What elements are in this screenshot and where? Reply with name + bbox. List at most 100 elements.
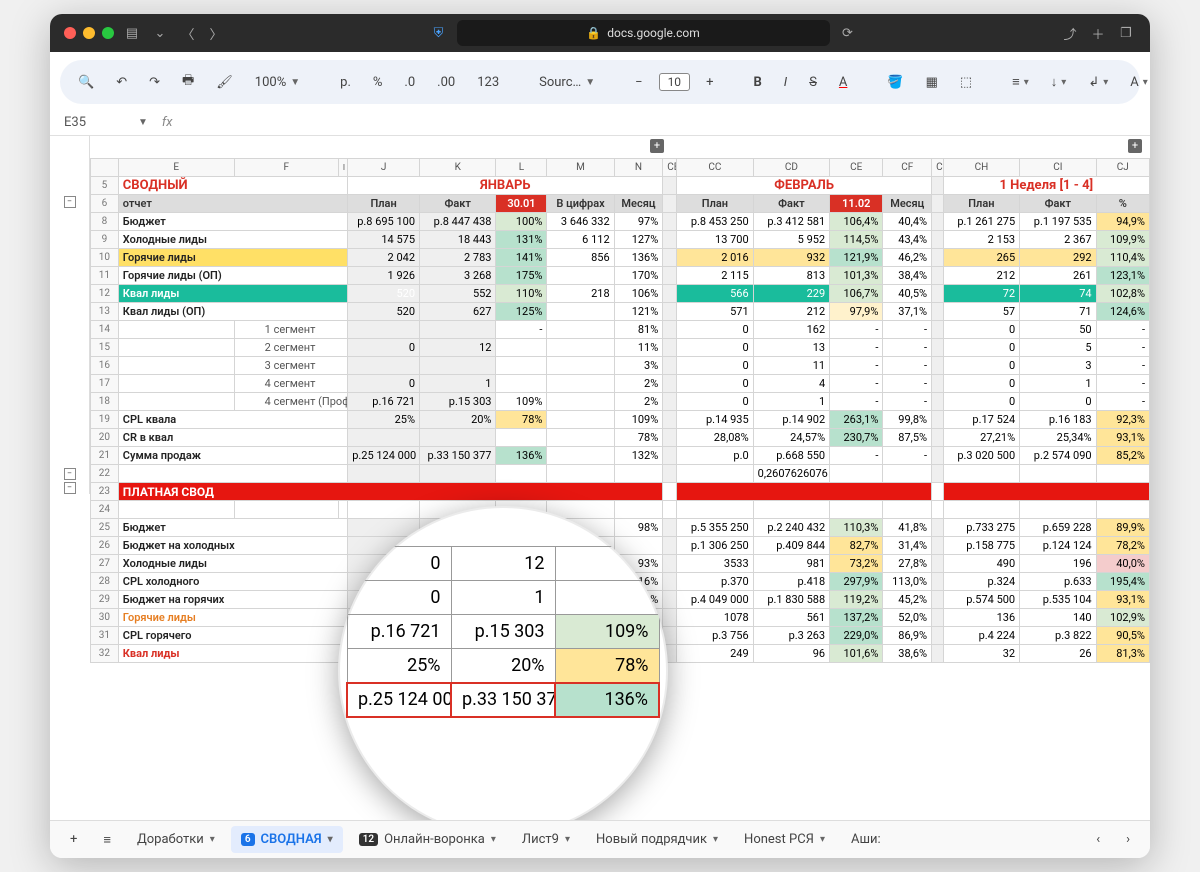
- cell[interactable]: [614, 465, 663, 483]
- cell[interactable]: [932, 267, 944, 285]
- cell[interactable]: р.3 756: [677, 627, 753, 645]
- cell[interactable]: 11%: [614, 339, 663, 357]
- col-header[interactable]: CD: [753, 159, 829, 177]
- cell[interactable]: 2 783: [420, 249, 496, 267]
- cell[interactable]: -: [830, 393, 883, 411]
- cell[interactable]: 78,2%: [1096, 537, 1149, 555]
- cell[interactable]: 127%: [614, 231, 663, 249]
- corner-cell[interactable]: [91, 159, 119, 177]
- cell[interactable]: 124,6%: [1096, 303, 1149, 321]
- cell[interactable]: 0: [677, 375, 753, 393]
- cell[interactable]: [118, 321, 234, 339]
- cell[interactable]: [547, 321, 614, 339]
- cell[interactable]: 125%: [496, 303, 547, 321]
- col-header[interactable]: CF: [883, 159, 932, 177]
- cell[interactable]: 0: [677, 357, 753, 375]
- cell[interactable]: 38,4%: [883, 267, 932, 285]
- cell[interactable]: [932, 519, 944, 537]
- cell[interactable]: 261: [1020, 267, 1096, 285]
- cell[interactable]: [932, 429, 944, 447]
- cell[interactable]: Холодные лиды: [118, 555, 347, 573]
- cell[interactable]: 106,4%: [830, 213, 883, 231]
- cell[interactable]: -: [496, 321, 547, 339]
- cell[interactable]: 87,5%: [883, 429, 932, 447]
- cell[interactable]: [663, 447, 677, 465]
- cell[interactable]: р.17 524: [943, 411, 1019, 429]
- cell[interactable]: [932, 555, 944, 573]
- cell[interactable]: 566: [677, 285, 753, 303]
- cell[interactable]: 0: [677, 339, 753, 357]
- cell[interactable]: [547, 411, 614, 429]
- row-header[interactable]: 15: [91, 339, 119, 357]
- cell[interactable]: [1096, 501, 1149, 519]
- cell[interactable]: 218: [547, 285, 614, 303]
- row-header[interactable]: 17: [91, 375, 119, 393]
- address-bar[interactable]: 🔒 docs.google.com: [457, 20, 830, 46]
- sheet-tab[interactable]: Аши:: [841, 826, 891, 853]
- cell[interactable]: 813: [753, 267, 829, 285]
- col-header[interactable]: E: [118, 159, 234, 177]
- cell[interactable]: [663, 357, 677, 375]
- cell[interactable]: План: [348, 195, 420, 213]
- add-column-icon-2[interactable]: +: [1128, 139, 1142, 153]
- row-header[interactable]: 23: [91, 483, 119, 501]
- cell[interactable]: Квал лиды (ОП): [118, 303, 347, 321]
- cell[interactable]: [663, 429, 677, 447]
- col-header[interactable]: CC: [677, 159, 753, 177]
- sheet-tab[interactable]: Honest РСЯ ▾: [734, 826, 835, 853]
- cell[interactable]: 561: [753, 609, 829, 627]
- cell[interactable]: [420, 357, 496, 375]
- cell[interactable]: [118, 501, 234, 519]
- cell[interactable]: 1 сегмент: [234, 321, 348, 339]
- cell[interactable]: 40,0%: [1096, 555, 1149, 573]
- cell[interactable]: 627: [420, 303, 496, 321]
- cell[interactable]: [663, 231, 677, 249]
- cell[interactable]: 43,4%: [883, 231, 932, 249]
- cell[interactable]: 38,6%: [883, 645, 932, 663]
- share-icon[interactable]: ⤴: [1060, 23, 1080, 43]
- cell[interactable]: р.14 935: [677, 411, 753, 429]
- cell[interactable]: 78%: [614, 429, 663, 447]
- cell[interactable]: Факт: [1020, 195, 1096, 213]
- cell[interactable]: 212: [943, 267, 1019, 285]
- cell[interactable]: [932, 573, 944, 591]
- row-header[interactable]: 29: [91, 591, 119, 609]
- cell[interactable]: 2 367: [1020, 231, 1096, 249]
- cell[interactable]: [932, 609, 944, 627]
- cell[interactable]: Холодные лиды: [118, 231, 347, 249]
- cell[interactable]: 86,9%: [883, 627, 932, 645]
- cell[interactable]: 52,0%: [883, 609, 932, 627]
- cell[interactable]: [663, 411, 677, 429]
- group-toggle-3[interactable]: −: [64, 482, 76, 494]
- cell[interactable]: 1 926: [348, 267, 420, 285]
- row-header[interactable]: 13: [91, 303, 119, 321]
- row-header[interactable]: 6: [91, 195, 119, 213]
- cell[interactable]: 31,4%: [883, 537, 932, 555]
- cell[interactable]: 101,6%: [830, 645, 883, 663]
- cell[interactable]: Квал лиды: [118, 645, 347, 663]
- cell[interactable]: [496, 339, 547, 357]
- cell[interactable]: [663, 609, 677, 627]
- cell[interactable]: 132%: [614, 447, 663, 465]
- cell[interactable]: [547, 267, 614, 285]
- cell[interactable]: 0: [943, 321, 1019, 339]
- text-wrap-button[interactable]: ↲▾: [1082, 71, 1114, 94]
- cell[interactable]: р.15 303: [420, 393, 496, 411]
- cell[interactable]: 119,2%: [830, 591, 883, 609]
- reload-icon[interactable]: ⟳: [838, 23, 858, 43]
- cell[interactable]: 101,3%: [830, 267, 883, 285]
- cell[interactable]: р.3 263: [753, 627, 829, 645]
- cell[interactable]: [932, 411, 944, 429]
- sheet-tab-active[interactable]: 6СВОДНАЯ ▾: [231, 826, 343, 853]
- add-sheet-button[interactable]: +: [60, 826, 87, 853]
- cell[interactable]: [932, 285, 944, 303]
- cell[interactable]: Горячие лиды: [118, 609, 347, 627]
- cell[interactable]: [348, 465, 420, 483]
- row-header[interactable]: 12: [91, 285, 119, 303]
- row-header[interactable]: 9: [91, 231, 119, 249]
- cell[interactable]: -: [830, 321, 883, 339]
- cell[interactable]: 297,9%: [830, 573, 883, 591]
- cell[interactable]: 106%: [614, 285, 663, 303]
- cell[interactable]: [496, 357, 547, 375]
- cell[interactable]: [932, 645, 944, 663]
